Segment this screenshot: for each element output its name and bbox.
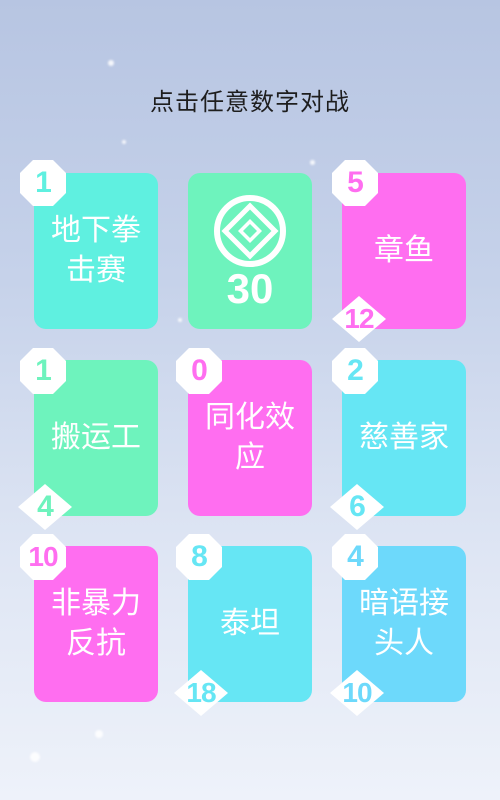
card-coin-cost[interactable]: 30 [188, 173, 312, 329]
card-label: 非暴力反抗 [51, 586, 141, 661]
bottom-badge: 6 [330, 484, 384, 530]
top-badge: 5 [332, 160, 378, 206]
card-label: 章鱼 [374, 233, 434, 268]
card-label: 暗语接头人 [359, 586, 449, 661]
bottom-badge: 12 [332, 296, 386, 342]
top-badge: 4 [332, 534, 378, 580]
card-label: 慈善家 [359, 420, 449, 455]
bottom-badge: 18 [174, 670, 228, 716]
top-badge: 10 [20, 534, 66, 580]
card-label: 地下拳击赛 [51, 213, 141, 288]
cost-label: 30 [226, 265, 274, 312]
top-badge: 1 [20, 348, 66, 394]
top-badge: 8 [176, 534, 222, 580]
card-label: 同化效应 [205, 400, 295, 475]
bottom-badge: 10 [330, 670, 384, 716]
card-label: 泰坦 [220, 606, 280, 641]
page-title: 点击任意数字对战 [150, 88, 350, 116]
card-label: 搬运工 [51, 420, 141, 455]
top-badge: 0 [176, 348, 222, 394]
bottom-badge: 4 [18, 484, 72, 530]
coin-icon [214, 195, 286, 267]
top-badge: 2 [332, 348, 378, 394]
top-badge: 1 [20, 160, 66, 206]
